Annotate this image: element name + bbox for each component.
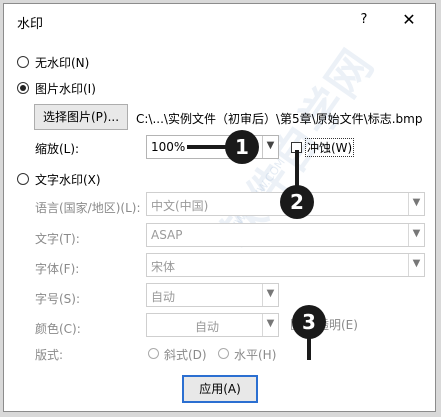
color-combobox[interactable]: 自动 ▼	[146, 313, 279, 337]
marker-2-leader-line	[295, 150, 299, 186]
size-combobox[interactable]: 自动 ▼	[146, 283, 279, 307]
marker-1-leader-line	[187, 145, 227, 149]
scale-label: 缩放(L):	[35, 142, 80, 156]
chevron-down-icon[interactable]: ▼	[408, 224, 424, 246]
marker-3-leader-line	[307, 338, 311, 360]
size-value: 自动	[151, 290, 176, 304]
language-value: 中文(中国)	[151, 199, 209, 213]
title-bar: 水印 ? ✕	[4, 4, 435, 38]
no-watermark-label[interactable]: 无水印(N)	[35, 54, 89, 71]
diagonal-label[interactable]: 斜式(D)	[164, 346, 207, 363]
picture-watermark-radio[interactable]	[17, 82, 29, 94]
picture-watermark-label[interactable]: 图片水印(I)	[35, 80, 96, 97]
color-value: 自动	[195, 320, 220, 334]
text-watermark-label[interactable]: 文字水印(X)	[35, 171, 101, 188]
chevron-down-icon[interactable]: ▼	[262, 136, 278, 158]
close-button[interactable]: ✕	[399, 10, 419, 30]
layout-label: 版式:	[35, 348, 64, 362]
annotation-marker-2: 2	[280, 185, 314, 219]
help-button[interactable]: ?	[354, 12, 374, 30]
language-label: 语言(国家/地区)(L):	[35, 201, 141, 215]
select-picture-button[interactable]: 选择图片(P)...	[34, 104, 128, 130]
diagonal-radio[interactable]	[148, 348, 159, 359]
annotation-marker-3: 3	[292, 305, 326, 339]
chevron-down-icon[interactable]: ▼	[408, 254, 424, 276]
chevron-down-icon[interactable]: ▼	[262, 314, 278, 336]
size-label: 字号(S):	[35, 292, 81, 306]
text-label: 文字(T):	[35, 232, 80, 246]
annotation-marker-1: 1	[225, 130, 259, 164]
font-label: 字体(F):	[35, 262, 80, 276]
font-value: 宋体	[151, 260, 176, 274]
picture-file-path: C:\...\实例文件（初审后）\第5章\原始文件\标志.bmp	[136, 112, 423, 126]
text-value: ASAP	[151, 228, 183, 242]
horizontal-label[interactable]: 水平(H)	[234, 346, 276, 363]
watermark-dialog: 软件自学网 WWW.RJZXW.COM 水印 ? ✕ 无水印(N) 图片水印(I…	[3, 3, 436, 412]
text-combobox[interactable]: ASAP ▼	[146, 223, 425, 247]
font-combobox[interactable]: 宋体 ▼	[146, 253, 425, 277]
no-watermark-radio[interactable]	[17, 56, 29, 68]
apply-button[interactable]: 应用(A)	[182, 375, 258, 403]
scale-value: 100%	[151, 140, 186, 154]
chevron-down-icon[interactable]: ▼	[262, 284, 278, 306]
chevron-down-icon[interactable]: ▼	[408, 193, 424, 215]
washout-label[interactable]: 冲蚀(W)	[305, 138, 355, 157]
text-watermark-radio[interactable]	[17, 173, 29, 185]
horizontal-radio[interactable]	[218, 348, 229, 359]
color-label: 颜色(C):	[35, 322, 81, 336]
dialog-title: 水印	[17, 17, 44, 32]
